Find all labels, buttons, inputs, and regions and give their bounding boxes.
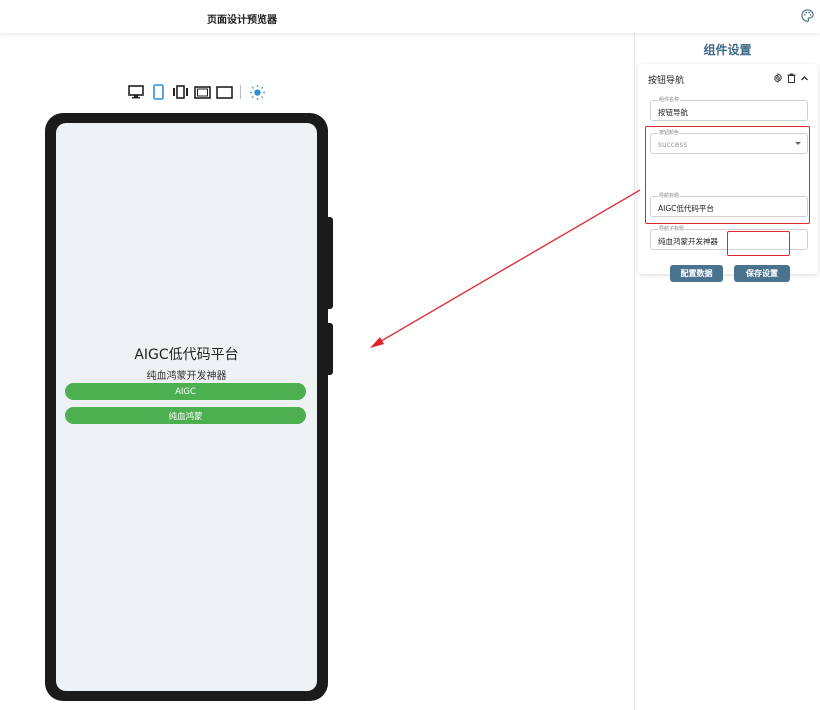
field-value: 纯血鸿蒙开发神器 — [658, 237, 718, 246]
foldable-icon[interactable] — [171, 83, 189, 101]
field-label: 组件名称 — [658, 97, 681, 103]
chevron-up-icon[interactable] — [799, 73, 809, 83]
phone-screen: AIGC低代码平台 纯血鸿蒙开发神器 AIGC 纯血鸿蒙 — [56, 123, 317, 691]
tablet-icon[interactable] — [215, 83, 233, 101]
nav-subtitle: 纯血鸿蒙开发神器 — [146, 371, 227, 382]
card-actions — [773, 73, 809, 83]
device-toolbar — [127, 83, 266, 101]
desktop-icon[interactable] — [127, 83, 145, 101]
component-name-heading: 按钮导航 — [648, 76, 685, 86]
trash-icon[interactable] — [786, 73, 796, 83]
panel-title: 组件设置 — [703, 43, 752, 57]
preview-canvas: AIGC低代码平台 纯血鸿蒙开发神器 AIGC 纯血鸿蒙 — [0, 33, 634, 710]
phone-icon[interactable] — [149, 83, 167, 101]
gear-icon[interactable] — [773, 73, 783, 83]
toolbar-divider — [240, 85, 241, 99]
nav-button-harmony[interactable]: 纯血鸿蒙 — [65, 407, 306, 424]
tablet-landscape-icon[interactable] — [193, 83, 211, 101]
save-settings-button[interactable]: 保存设置 — [734, 265, 790, 282]
highlight-box — [645, 126, 810, 224]
config-data-button[interactable]: 配置数据 — [670, 265, 723, 282]
sun-icon[interactable] — [248, 83, 266, 101]
palette-icon[interactable] — [800, 8, 815, 23]
app-title: 页面设计预览器 — [207, 15, 277, 26]
save-highlight-box — [727, 231, 790, 256]
component-name-field[interactable]: 组件名称 按钮导航 — [650, 97, 808, 121]
field-label: 导航子标题 — [658, 226, 686, 232]
nav-title: AIGC低代码平台 — [134, 347, 239, 363]
nav-button-aigc[interactable]: AIGC — [65, 383, 306, 400]
phone-frame: AIGC低代码平台 纯血鸿蒙开发神器 AIGC 纯血鸿蒙 — [45, 113, 328, 701]
field-value: 按钮导航 — [658, 108, 688, 117]
top-bar: 页面设计预览器 — [0, 0, 820, 33]
